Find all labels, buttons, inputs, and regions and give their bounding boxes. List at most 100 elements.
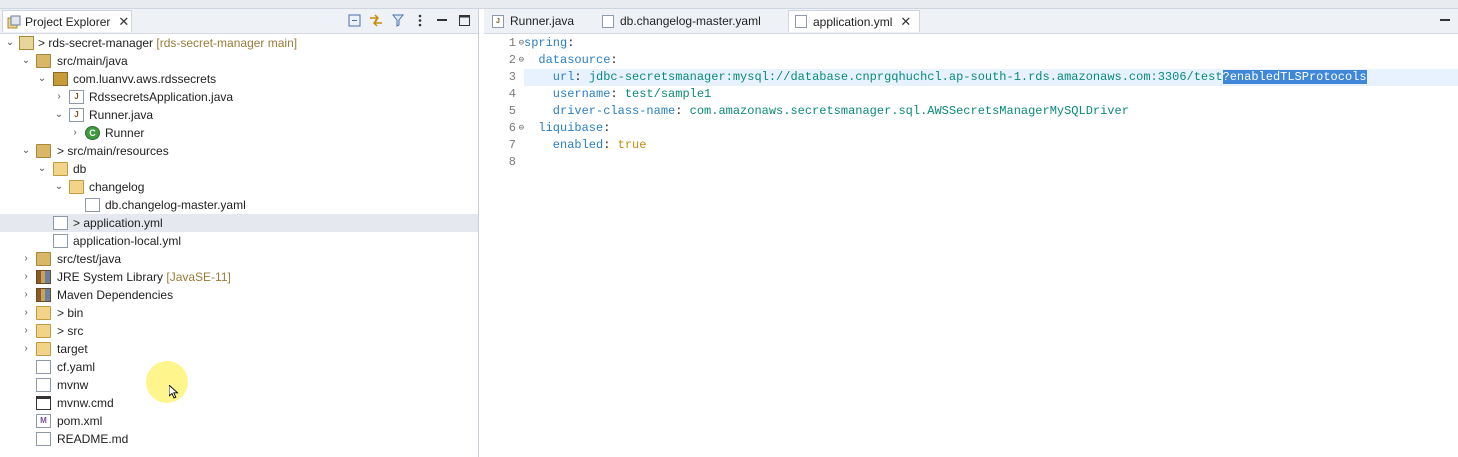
folder-icon — [36, 306, 51, 320]
tree-item-mvnw[interactable]: mvnw — [0, 376, 478, 394]
project-tree: ⌄ > rds-secret-manager [rds-secret-manag… — [0, 34, 478, 448]
selected-text[interactable]: ?enabledTLSProtocols — [1222, 70, 1367, 84]
line-number: 7 — [508, 138, 516, 152]
line-number: 3 — [508, 70, 516, 84]
tree-item-changelog-master[interactable]: db.changelog-master.yaml — [0, 196, 478, 214]
filter-icon[interactable] — [390, 12, 406, 28]
chevron-right-icon[interactable]: › — [69, 124, 81, 142]
chevron-down-icon[interactable]: ⌄ — [53, 106, 65, 124]
chevron-right-icon[interactable]: › — [20, 268, 32, 286]
code-line[interactable]: driver-class-name: com.amazonaws.secrets… — [524, 103, 1458, 120]
tree-item-db[interactable]: ⌄ db — [0, 160, 478, 178]
code-line[interactable]: username: test/sample1 — [524, 86, 1458, 103]
tree-item-jre-library[interactable]: › JRE System Library [JavaSE-11] — [0, 268, 478, 286]
tree-item-label: target — [57, 342, 88, 356]
yaml-file-icon — [53, 234, 68, 248]
tree-item-runner-class[interactable]: › C Runner — [0, 124, 478, 142]
tree-item-maven-dependencies[interactable]: › Maven Dependencies — [0, 286, 478, 304]
tree-item-cf-yaml[interactable]: cf.yaml — [0, 358, 478, 376]
source-folder-icon — [36, 54, 51, 68]
chevron-down-icon[interactable]: ⌄ — [36, 70, 48, 88]
chevron-right-icon[interactable]: › — [20, 322, 32, 340]
chevron-right-icon[interactable]: › — [20, 340, 32, 358]
tab-runner-java[interactable]: J Runner.java — [486, 10, 588, 32]
tree-item-label: mvnw — [57, 378, 89, 392]
tab-application-yml[interactable]: application.yml ✕ — [788, 10, 920, 32]
line-number: 5 — [508, 104, 516, 118]
tree-item-pom-xml[interactable]: M pom.xml — [0, 412, 478, 430]
chevron-down-icon[interactable]: ⌄ — [53, 178, 65, 196]
tree-item-label: JRE System Library — [57, 270, 164, 284]
collapse-all-icon[interactable] — [346, 12, 362, 28]
chevron-down-icon[interactable]: ⌄ — [20, 142, 32, 160]
tree-item-rdssecrets-application[interactable]: › J RdssecretsApplication.java — [0, 88, 478, 106]
tree-item-label: > bin — [57, 306, 84, 320]
tree-item-readme[interactable]: README.md — [0, 430, 478, 448]
tree-item-label: mvnw.cmd — [57, 396, 114, 410]
line-number: 2 ⊖ — [508, 53, 524, 67]
tree-item-project[interactable]: ⌄ > rds-secret-manager [rds-secret-manag… — [0, 34, 478, 52]
library-icon — [36, 288, 51, 302]
cursor-highlight — [146, 361, 188, 403]
code-line[interactable]: spring: — [524, 35, 1458, 52]
tree-item-mvnw-cmd[interactable]: mvnw.cmd — [0, 394, 478, 412]
project-explorer-tab[interactable]: Project Explorer ✕ — [2, 10, 132, 32]
tree-item-label: cf.yaml — [57, 360, 96, 374]
window-top-strip — [0, 0, 1458, 9]
tree-item-src-test-java[interactable]: › src/test/java — [0, 250, 478, 268]
code-line-current[interactable]: url: jdbc-secretsmanager:mysql://databas… — [524, 69, 1458, 86]
tree-item-application-local-yml[interactable]: application-local.yml — [0, 232, 478, 250]
tree-item-src-main-resources[interactable]: ⌄ > src/main/resources — [0, 142, 478, 160]
line-number-gutter: 1 ⊖ 2 ⊖ 3 4 5 6 ⊖ 7 8 — [484, 35, 524, 171]
tree-item-label: > src — [57, 324, 84, 338]
maximize-icon[interactable] — [456, 12, 472, 28]
close-icon[interactable]: ✕ — [118, 14, 129, 30]
tree-item-target[interactable]: › target — [0, 340, 478, 358]
editor-tabbar: J Runner.java db.changelog-master.yaml a… — [484, 9, 1458, 34]
tree-item-label: changelog — [89, 180, 145, 194]
chevron-right-icon[interactable]: › — [20, 250, 32, 268]
tree-item-label: > src/main/resources — [57, 144, 169, 158]
yaml-file-icon — [602, 14, 614, 28]
tree-item-label: pom.xml — [57, 414, 103, 428]
tree-item-bin[interactable]: › > bin — [0, 304, 478, 322]
code-line[interactable]: datasource: — [524, 52, 1458, 69]
code-line[interactable] — [524, 154, 1458, 171]
command-file-icon — [36, 396, 51, 410]
tree-item-changelog[interactable]: ⌄ changelog — [0, 178, 478, 196]
maven-project-icon — [19, 36, 34, 50]
minimize-icon[interactable] — [434, 12, 450, 28]
yaml-file-icon — [795, 15, 807, 28]
tree-item-package[interactable]: ⌄ com.luanvv.aws.rdssecrets — [0, 70, 478, 88]
tree-item-label: RdssecretsApplication.java — [89, 90, 234, 104]
tree-item-src[interactable]: › > src — [0, 322, 478, 340]
tree-item-label: Maven Dependencies — [57, 288, 174, 302]
class-icon: C — [85, 126, 100, 140]
tree-item-runner-java[interactable]: ⌄ J Runner.java — [0, 106, 478, 124]
link-with-editor-icon[interactable] — [368, 12, 384, 28]
folder-icon — [36, 342, 51, 356]
tree-item-label: Runner.java — [89, 108, 154, 122]
chevron-down-icon[interactable]: ⌄ — [36, 160, 48, 178]
folder-icon — [53, 162, 68, 176]
chevron-right-icon[interactable]: › — [20, 304, 32, 322]
view-menu-icon[interactable] — [412, 12, 428, 28]
code-line[interactable]: enabled: true — [524, 137, 1458, 154]
tree-item-src-main-java[interactable]: ⌄ src/main/java — [0, 52, 478, 70]
chevron-right-icon[interactable]: › — [20, 286, 32, 304]
tree-item-label: application-local.yml — [73, 234, 182, 248]
chevron-down-icon[interactable]: ⌄ — [20, 52, 32, 70]
java-file-icon: J — [69, 90, 84, 104]
tree-item-application-yml[interactable]: > application.yml — [0, 214, 478, 232]
tree-item-label: > rds-secret-manager — [38, 36, 154, 50]
code-editor[interactable]: spring: datasource: url: jdbc-secretsman… — [524, 35, 1458, 171]
tab-changelog-master[interactable]: db.changelog-master.yaml — [596, 10, 782, 32]
minimize-icon[interactable] — [1440, 19, 1450, 21]
close-icon[interactable]: ✕ — [900, 14, 911, 30]
chevron-right-icon[interactable]: › — [53, 88, 65, 106]
line-number: 6 ⊖ — [508, 121, 524, 135]
editor-area: J Runner.java db.changelog-master.yaml a… — [484, 9, 1458, 457]
code-line[interactable]: liquibase: — [524, 120, 1458, 137]
chevron-down-icon[interactable]: ⌄ — [4, 34, 16, 52]
yaml-file-icon — [85, 198, 100, 212]
